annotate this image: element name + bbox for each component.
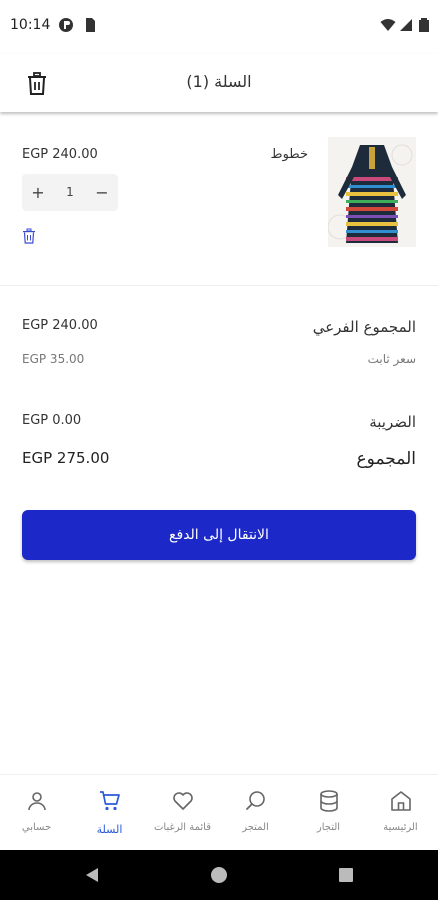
tax-row: الضريبة EGP 0.00 xyxy=(22,413,416,435)
total-value: EGP 275.00 xyxy=(22,449,110,467)
shipping-row: سعر ثابت EGP 35.00 xyxy=(22,352,416,374)
shipping-label: سعر ثابت xyxy=(367,352,416,366)
heart-icon xyxy=(173,792,193,810)
nav-item-home[interactable]: الرئيسية xyxy=(364,775,437,851)
total-label: المجموع xyxy=(356,449,416,469)
battery-icon xyxy=(419,18,429,32)
nav-label-cart: السلة xyxy=(96,823,123,836)
cart-item: خطوط EGP 240.00 + 1 − xyxy=(0,120,438,286)
subtotal-label: المجموع الفرعي xyxy=(312,318,416,336)
recents-icon[interactable] xyxy=(336,865,356,885)
quantity-value: 1 xyxy=(66,185,74,199)
nav-item-cart[interactable]: السلة xyxy=(73,775,146,851)
product-price: EGP 240.00 xyxy=(22,147,98,162)
product-image[interactable] xyxy=(328,137,416,247)
user-icon xyxy=(28,792,46,811)
system-nav-bar xyxy=(0,850,438,900)
tax-value: EGP 0.00 xyxy=(22,413,82,428)
tax-label: الضريبة xyxy=(369,413,416,431)
app-notification-icon xyxy=(59,18,73,32)
clear-cart-trash-icon[interactable] xyxy=(26,72,48,96)
back-icon[interactable] xyxy=(82,865,102,885)
subtotal-row: المجموع الفرعي EGP 240.00 xyxy=(22,318,416,340)
page-title: السلة (1) xyxy=(186,72,252,91)
increase-quantity-button[interactable]: + xyxy=(22,174,54,211)
checkout-button[interactable]: الانتقال إلى الدفع xyxy=(22,510,416,560)
nav-item-vendors[interactable]: التجار xyxy=(292,775,365,851)
status-bar: 10:14 xyxy=(0,0,438,54)
cart-icon xyxy=(100,791,120,811)
nav-item-wishlist[interactable]: قائمة الرغبات xyxy=(146,775,219,851)
quantity-stepper: + 1 − xyxy=(22,174,118,211)
nav-label-vendors: التجار xyxy=(316,822,341,833)
bottom-nav: الرئيسية التجار المتجر قائمة الرغبات الس… xyxy=(0,774,438,850)
remove-item-trash-icon[interactable] xyxy=(22,228,36,244)
nav-label-store: المتجر xyxy=(242,822,269,833)
search-icon xyxy=(246,791,265,810)
nav-item-account[interactable]: حسابي xyxy=(0,775,73,851)
nav-label-home: الرئيسية xyxy=(383,822,418,833)
nav-label-wishlist: قائمة الرغبات xyxy=(154,822,211,833)
nav-item-store[interactable]: المتجر xyxy=(219,775,292,851)
total-row: المجموع EGP 275.00 xyxy=(22,449,416,471)
nav-label-account: حسابي xyxy=(21,822,52,833)
sd-card-icon xyxy=(86,18,95,32)
signal-icon xyxy=(400,19,412,31)
shipping-value: EGP 35.00 xyxy=(22,352,85,366)
product-name[interactable]: خطوط xyxy=(271,147,308,162)
database-icon xyxy=(320,790,338,812)
decrease-quantity-button[interactable]: − xyxy=(86,174,118,211)
home-icon xyxy=(391,791,411,811)
home-button-icon[interactable] xyxy=(209,865,229,885)
status-time: 10:14 xyxy=(10,17,51,33)
wifi-icon xyxy=(380,19,396,31)
subtotal-value: EGP 240.00 xyxy=(22,318,98,333)
app-header: السلة (1) xyxy=(0,54,438,112)
